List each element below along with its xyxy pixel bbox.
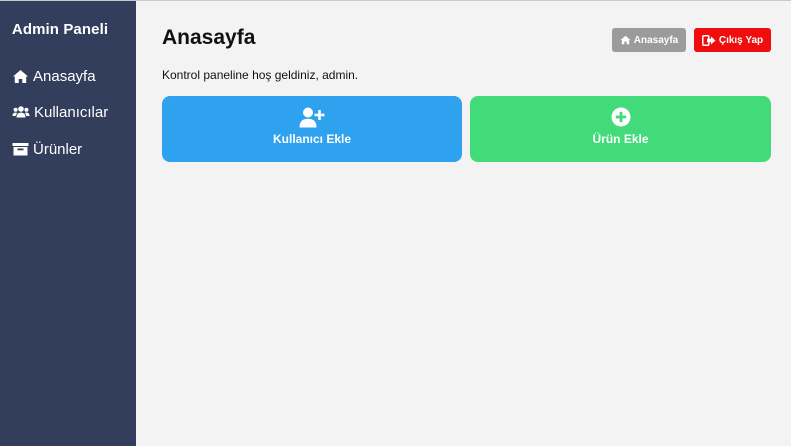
sidebar: Admin Paneli Anasayfa Kullanıcılar Ürünl… (0, 1, 136, 446)
users-icon (12, 105, 30, 119)
sidebar-brand: Admin Paneli (11, 21, 109, 38)
user-plus-icon (162, 107, 462, 128)
home-icon (620, 35, 631, 45)
sign-out-icon (701, 34, 716, 46)
home-icon (12, 69, 29, 84)
main-content: Anasayfa Anasayfa Çıkış Yap Kontrol pane… (136, 1, 791, 446)
plus-circle-icon (470, 107, 771, 127)
add-product-card[interactable]: Ürün Ekle (470, 96, 771, 162)
sidebar-item-label: Ürünler (33, 140, 83, 158)
logout-button-label: Çıkış Yap (718, 34, 764, 46)
home-button[interactable]: Anasayfa (612, 28, 686, 52)
add-user-label: Kullanıcı Ekle (272, 132, 352, 146)
add-user-card[interactable]: Kullanıcı Ekle (162, 96, 462, 162)
sidebar-item-home[interactable]: Anasayfa (12, 65, 96, 87)
sidebar-item-products[interactable]: Ürünler (12, 138, 82, 160)
add-product-label: Ürün Ekle (592, 132, 649, 146)
page-title: Anasayfa (162, 26, 256, 49)
sidebar-item-label: Anasayfa (33, 67, 96, 85)
sidebar-item-label: Kullanıcılar (34, 103, 109, 121)
box-icon (12, 142, 29, 156)
logout-button[interactable]: Çıkış Yap (694, 28, 771, 52)
sidebar-item-users[interactable]: Kullanıcılar (12, 101, 108, 123)
welcome-text: Kontrol paneline hoş geldiniz, admin. (162, 68, 359, 82)
home-button-label: Anasayfa (633, 34, 679, 46)
